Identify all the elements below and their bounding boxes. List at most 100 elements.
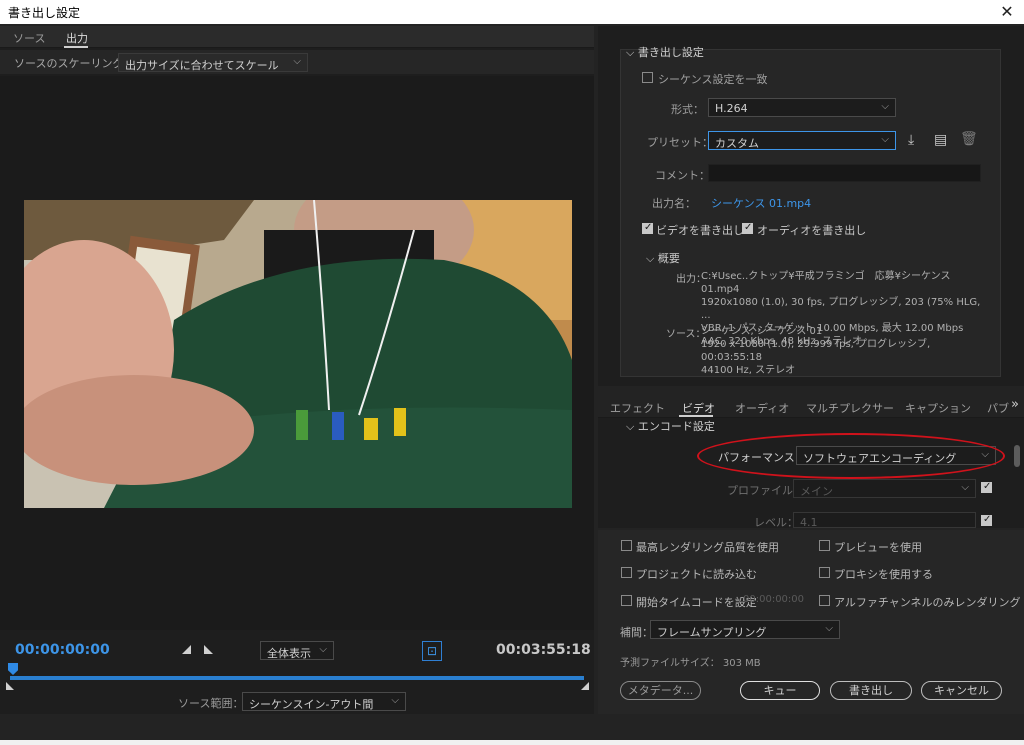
level-dropdown: 4.1 [793, 512, 976, 529]
tab-effects[interactable]: エフェクト [610, 400, 665, 416]
tab-audio[interactable]: オーディオ [735, 400, 789, 416]
set-in-point-icon[interactable] [182, 645, 191, 654]
format-label: 形式： [671, 103, 704, 116]
in-point-marker[interactable] [6, 682, 14, 690]
export-video-checkbox[interactable] [642, 222, 653, 234]
comment-input[interactable] [708, 164, 981, 182]
export-settings-title: 書き出し設定 [637, 46, 704, 59]
export-audio-label: オーディオを書き出し [757, 224, 867, 237]
export-settings-header[interactable]: ⌵ 書き出し設定 [626, 44, 704, 60]
start-timecode-field: 00:00:00:00 [743, 594, 805, 605]
chevron-down-icon: ⌵ [626, 46, 638, 59]
cancel-button[interactable]: キャンセル [921, 681, 1002, 700]
import-preset-icon[interactable]: ▤ [934, 132, 947, 148]
set-start-timecode-checkbox[interactable] [621, 595, 632, 606]
source-range-value: シーケンスイン-アウト間 [249, 698, 374, 711]
aspect-fit-icon[interactable]: ⊡ [422, 641, 442, 661]
export-button[interactable]: 書き出し [830, 681, 912, 700]
summary-output-line: C:¥Usec..クトップ¥平成フラミンゴ 応募¥シーケンス 01.mp4 [701, 271, 951, 295]
video-frame-image [24, 200, 572, 508]
scaling-dropdown[interactable]: 出力サイズに合わせてスケール ⌵ [118, 53, 308, 72]
profile-match-checkbox[interactable] [981, 481, 992, 493]
interpolation-value: フレームサンプリング [657, 626, 767, 639]
encode-settings-header[interactable]: ⌵ エンコード設定 [626, 418, 715, 434]
metadata-button[interactable]: メタデータ... [620, 681, 701, 700]
summary-source-line: シーケンス, シーケンス 01 [701, 326, 823, 337]
title-bar [0, 0, 1024, 24]
export-audio-checkbox[interactable] [742, 222, 753, 234]
use-proxies-label: プロキシを使用する [834, 568, 933, 581]
level-value: 4.1 [800, 516, 818, 529]
use-previews-checkbox[interactable] [819, 540, 830, 551]
chevron-down-icon: ⌵ [319, 644, 327, 655]
file-size-estimate: 予測ファイルサイズ： 303 MB [620, 654, 761, 669]
active-tab-underline [679, 415, 713, 417]
save-preset-icon[interactable]: ⤓ [908, 132, 914, 148]
source-range-dropdown[interactable]: シーケンスイン-アウト間 ⌵ [242, 692, 406, 711]
tab-output[interactable]: 出力 [66, 30, 88, 46]
level-label: レベル： [754, 516, 798, 529]
scaling-label: ソースのスケーリング： [14, 57, 135, 70]
import-into-project-label: プロジェクトに読み込む [636, 568, 757, 581]
current-timecode[interactable]: 00:00:00:00 [15, 642, 110, 658]
preset-value: カスタム [715, 137, 759, 150]
zoom-dropdown[interactable]: 全体表示 ⌵ [260, 641, 334, 660]
interpolation-dropdown[interactable]: フレームサンプリング ⌵ [650, 620, 840, 639]
output-name-label: 出力名： [652, 197, 696, 210]
alpha-only-label: アルファチャンネルのみレンダリング [834, 596, 1021, 609]
output-name-link[interactable]: シーケンス 01.mp4 [711, 195, 811, 211]
set-start-timecode-label: 開始タイムコードを設定 [636, 596, 757, 609]
summary-source-line: 1920 x 1080 (1.0), 29.999 fps, プログレッシブ, … [701, 339, 931, 363]
import-into-project-checkbox[interactable] [621, 567, 632, 578]
queue-button[interactable]: キュー [740, 681, 820, 700]
tab-source[interactable]: ソース [13, 30, 45, 46]
zoom-value: 全体表示 [267, 647, 311, 660]
settings-scrollbar[interactable] [1014, 445, 1020, 467]
left-tab-bar [0, 26, 594, 48]
source-range-label: ソース範囲： [178, 697, 244, 710]
level-match-checkbox[interactable] [981, 514, 992, 526]
tab-multiplexer[interactable]: マルチプレクサー [806, 400, 894, 416]
max-render-quality-checkbox[interactable] [621, 540, 632, 551]
export-video-label: ビデオを書き出し [656, 224, 744, 237]
profile-value: メイン [800, 485, 833, 498]
summary-source-label: ソース： [666, 329, 706, 340]
chevron-down-icon: ⌵ [646, 252, 658, 265]
set-out-point-icon[interactable] [204, 645, 213, 654]
chevron-down-icon: ⌵ [626, 420, 638, 433]
summary-source-line: 44100 Hz, ステレオ [701, 365, 796, 376]
out-point-marker[interactable] [581, 682, 589, 690]
file-size-value: 303 MB [722, 658, 761, 669]
summary-output-line: 1920x1080 (1.0), 30 fps, プログレッシブ, 203 (7… [701, 297, 981, 321]
preset-dropdown[interactable]: カスタム ⌵ [708, 131, 896, 150]
chevron-down-icon: ⌵ [881, 134, 889, 145]
format-dropdown[interactable]: H.264 ⌵ [708, 98, 896, 117]
chevron-down-icon: ⌵ [881, 101, 889, 112]
chevron-down-icon: ⌵ [391, 695, 399, 706]
window-title: 書き出し設定 [8, 6, 81, 20]
format-value: H.264 [715, 102, 748, 115]
tab-publish[interactable]: パブ [987, 400, 1009, 416]
more-tabs-icon[interactable]: » [1011, 397, 1019, 412]
use-previews-label: プレビューを使用 [834, 541, 922, 554]
file-size-label: 予測ファイルサイズ： [620, 658, 720, 669]
comment-label: コメント： [655, 169, 710, 182]
summary-title: 概要 [657, 252, 680, 265]
alpha-only-checkbox[interactable] [819, 595, 830, 606]
chevron-down-icon: ⌵ [825, 623, 833, 634]
encode-settings-title: エンコード設定 [637, 420, 715, 433]
scaling-value: 出力サイズに合わせてスケール [125, 59, 279, 72]
annotation-circle [697, 433, 1005, 479]
timeline-bar[interactable] [10, 676, 584, 680]
match-sequence-checkbox[interactable] [642, 72, 653, 83]
profile-dropdown: メイン ⌵ [793, 479, 976, 498]
preset-label: プリセット： [647, 136, 713, 149]
chevron-down-icon: ⌵ [293, 56, 301, 67]
tab-captions[interactable]: キャプション [905, 400, 971, 416]
tab-video[interactable]: ビデオ [682, 400, 715, 416]
use-proxies-checkbox[interactable] [819, 567, 830, 578]
interpolation-label: 補間： [620, 626, 653, 639]
delete-preset-icon[interactable]: 🗑 [960, 131, 978, 147]
summary-header[interactable]: ⌵ 概要 [646, 250, 680, 266]
close-button[interactable]: ✕ [996, 1, 1018, 23]
